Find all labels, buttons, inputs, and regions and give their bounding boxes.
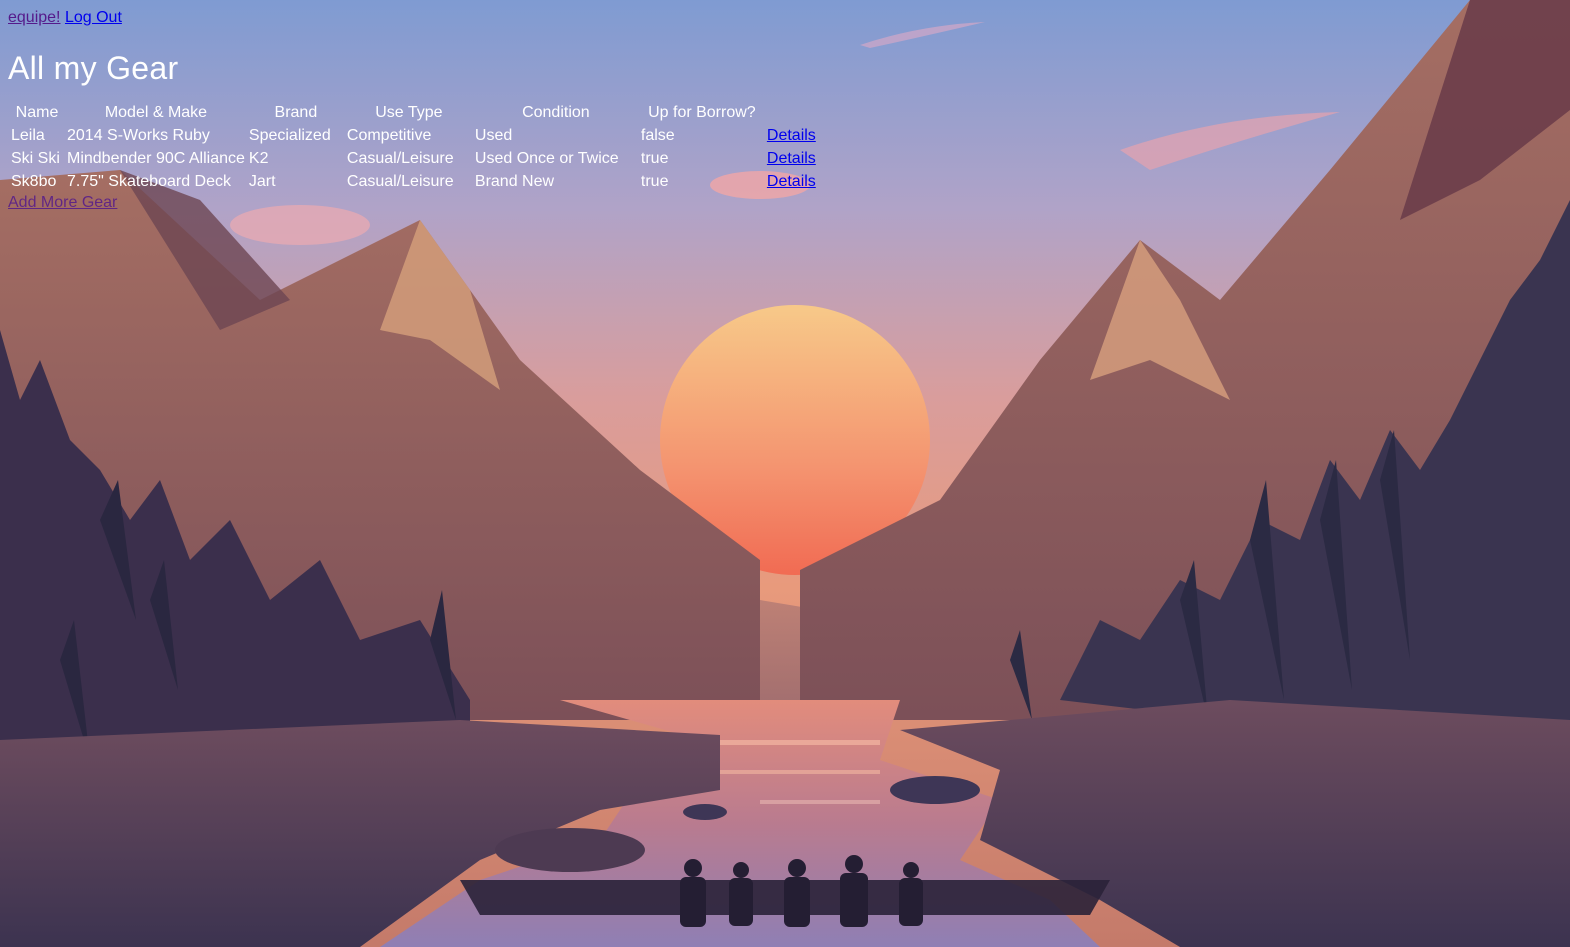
brand-link[interactable]: equipe!	[8, 9, 61, 26]
column-header-borrow: Up for Borrow?	[648, 104, 756, 121]
table-header-row: Name Model & Make Brand Use Type Conditi…	[10, 102, 817, 123]
cell-condition: Used	[474, 127, 513, 144]
cell-borrow: true	[640, 173, 669, 190]
cell-use-type: Casual/Leisure	[346, 150, 454, 167]
cell-name: Ski Ski	[11, 150, 60, 167]
cell-condition: Used Once or Twice	[474, 150, 619, 167]
column-header-condition: Condition	[522, 104, 590, 121]
cell-brand: Jart	[248, 173, 276, 190]
page-title: All my Gear	[8, 50, 179, 86]
cell-condition: Brand New	[474, 173, 555, 190]
column-header-use-type: Use Type	[375, 104, 443, 121]
cell-borrow: true	[640, 150, 669, 167]
table-row: Ski Ski Mindbender 90C Alliance K2 Casua…	[10, 148, 817, 169]
cell-name: Sk8bo	[11, 173, 57, 190]
cell-model: 7.75" Skateboard Deck	[67, 173, 231, 190]
page-content: equipe! Log Out All my Gear Name Model &…	[0, 0, 1570, 212]
details-link[interactable]: Details	[767, 127, 816, 144]
cell-actions: Details	[766, 171, 817, 192]
cell-brand: K2	[248, 150, 269, 167]
top-nav: equipe! Log Out	[8, 0, 1562, 28]
table-row: Leila 2014 S-Works Ruby Specialized Comp…	[10, 125, 817, 146]
gear-table: Name Model & Make Brand Use Type Conditi…	[8, 100, 819, 194]
logout-link[interactable]: Log Out	[65, 9, 122, 26]
add-more-gear-link[interactable]: Add More Gear	[8, 194, 117, 212]
column-header-name: Name	[15, 104, 59, 121]
column-header-brand: Brand	[274, 104, 318, 121]
cell-actions: Details	[766, 148, 817, 169]
cell-brand: Specialized	[248, 127, 331, 144]
cell-model: Mindbender 90C Alliance	[67, 150, 245, 167]
column-header-actions	[766, 102, 817, 123]
column-header-model: Model & Make	[104, 104, 208, 121]
details-link[interactable]: Details	[767, 150, 816, 167]
cell-use-type: Competitive	[346, 127, 432, 144]
cell-use-type: Casual/Leisure	[346, 173, 454, 190]
details-link[interactable]: Details	[767, 173, 816, 190]
cell-borrow: false	[640, 127, 675, 144]
table-row: Sk8bo 7.75" Skateboard Deck Jart Casual/…	[10, 171, 817, 192]
cell-name: Leila	[11, 127, 45, 144]
cell-model: 2014 S-Works Ruby	[67, 127, 210, 144]
cell-actions: Details	[766, 125, 817, 146]
